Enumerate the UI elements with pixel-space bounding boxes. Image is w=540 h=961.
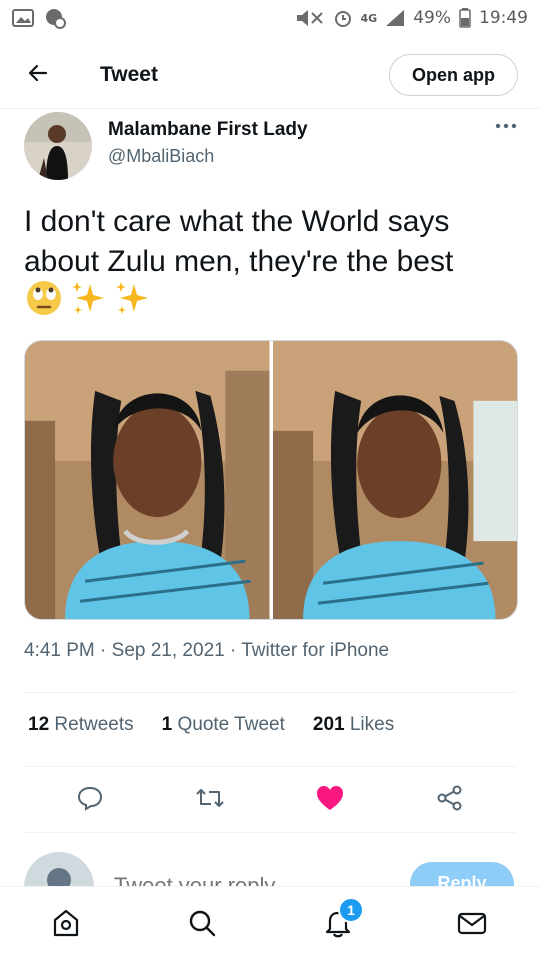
network-type: 4G xyxy=(360,11,378,25)
author-name[interactable]: Malambane First Lady xyxy=(108,118,308,142)
quotes-count: 1 xyxy=(161,714,173,735)
bottom-nav: 1 xyxy=(0,886,540,961)
tweet-text: I don't care what the World says about Z… xyxy=(24,205,454,278)
quotes-stat[interactable]: 1 Quote Tweet xyxy=(162,714,285,736)
more-icon xyxy=(494,110,518,135)
header: Tweet Open app xyxy=(0,42,540,109)
alarm-icon xyxy=(333,8,353,28)
sparkles-emoji xyxy=(68,278,108,329)
quotes-label: Quote Tweet xyxy=(177,714,285,735)
divider xyxy=(24,766,516,767)
tweet-meta: 4:41 PM · Sep 21, 2021 · Twitter for iPh… xyxy=(24,640,389,662)
tweet-photo-1[interactable] xyxy=(25,341,270,619)
tweet-media xyxy=(24,340,518,620)
page-title: Tweet xyxy=(100,63,158,86)
retweet-icon xyxy=(195,784,225,817)
reply-submit-button[interactable]: Reply xyxy=(410,862,514,886)
back-button[interactable] xyxy=(18,55,58,95)
nav-search[interactable] xyxy=(182,905,222,945)
face-with-rolling-eyes-emoji xyxy=(24,278,64,329)
share-button[interactable] xyxy=(430,780,470,820)
author-avatar[interactable] xyxy=(24,112,92,180)
meta-separator: · xyxy=(100,640,107,661)
like-button[interactable] xyxy=(310,780,350,820)
notifications-badge: 1 xyxy=(338,897,364,923)
reply-input[interactable] xyxy=(112,872,376,886)
nav-home[interactable] xyxy=(46,905,86,945)
tweet-actions xyxy=(0,780,540,820)
nav-messages[interactable] xyxy=(452,905,492,945)
likes-label: Likes xyxy=(349,714,395,735)
reply-composer: Reply xyxy=(0,846,540,886)
status-bar: 4G 49% 19:49 xyxy=(0,0,540,36)
reply-icon xyxy=(76,784,104,817)
home-icon xyxy=(50,907,82,944)
more-button[interactable] xyxy=(494,116,518,140)
tweet-source[interactable]: Twitter for iPhone xyxy=(241,640,389,661)
tweet-author: Malambane First Lady @MbaliBiach xyxy=(24,112,518,184)
retweet-button[interactable] xyxy=(190,780,230,820)
signal-icon xyxy=(385,9,405,27)
like-icon xyxy=(315,784,345,817)
likes-count: 201 xyxy=(312,714,345,735)
sparkles-emoji xyxy=(112,278,152,329)
tweet-emojis xyxy=(24,280,518,323)
battery-icon xyxy=(459,8,471,28)
nav-notifications[interactable]: 1 xyxy=(318,897,364,945)
gallery-icon xyxy=(12,9,34,27)
battery-percent: 49% xyxy=(413,8,451,28)
search-icon xyxy=(186,907,218,944)
tweet-date[interactable]: Sep 21, 2021 xyxy=(112,640,225,661)
tweet-text-block: I don't care what the World says about Z… xyxy=(24,202,518,323)
divider xyxy=(24,832,516,833)
share-icon xyxy=(436,784,464,817)
open-app-button[interactable]: Open app xyxy=(388,54,518,96)
reply-button[interactable] xyxy=(70,780,110,820)
tweet-photo-2[interactable] xyxy=(272,341,517,619)
clock: 19:49 xyxy=(479,8,528,28)
arrow-left-icon xyxy=(26,61,50,90)
likes-stat[interactable]: 201 Likes xyxy=(313,714,394,736)
tweet-time[interactable]: 4:41 PM xyxy=(24,640,95,661)
divider xyxy=(24,692,516,693)
retweets-count: 12 xyxy=(28,714,50,735)
retweets-label: Retweets xyxy=(54,714,134,735)
messages-icon xyxy=(456,907,488,944)
author-handle[interactable]: @MbaliBiach xyxy=(108,144,308,168)
notification-icon xyxy=(44,7,66,29)
meta-separator: · xyxy=(229,640,237,661)
retweets-stat[interactable]: 12 Retweets xyxy=(28,714,134,736)
mute-icon xyxy=(295,9,325,27)
user-avatar xyxy=(24,852,94,886)
tweet-stats: 12 Retweets 1 Quote Tweet 201 Likes xyxy=(28,714,394,736)
